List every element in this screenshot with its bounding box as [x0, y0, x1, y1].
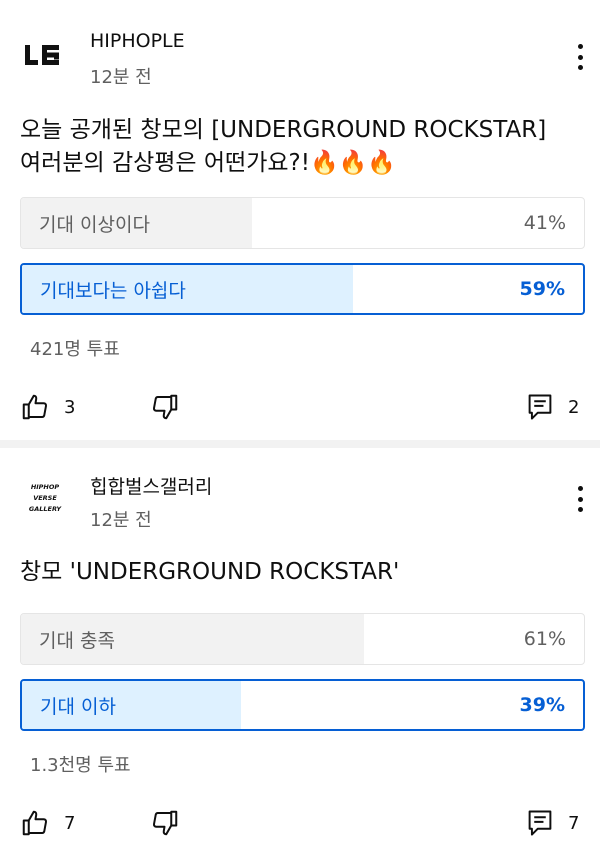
- post-divider: [0, 440, 600, 448]
- thumb-up-icon: [22, 394, 48, 420]
- like-count: 3: [64, 396, 76, 418]
- poll-option-selected[interactable]: 기대보다는 아쉽다 59%: [20, 263, 585, 315]
- comment-count: 2: [568, 396, 580, 418]
- comment-count: 7: [568, 812, 580, 834]
- post-time: 12분 전: [90, 510, 152, 531]
- community-post: HIPHOPLE 12분 전 오늘 공개된 창모의 [UNDERGROUND R…: [0, 0, 600, 440]
- hiphop-verse-gallery-logo: HIPHOP VERSE GALLERY: [29, 483, 62, 513]
- poll-option[interactable]: 기대 이상이다 41%: [20, 197, 585, 249]
- comment-button[interactable]: 7: [526, 808, 579, 838]
- thumb-down-icon: [152, 810, 178, 836]
- like-button[interactable]: 3: [20, 392, 75, 422]
- hiphople-logo: [25, 45, 59, 65]
- poll-option-percent: 41%: [523, 212, 566, 234]
- vote-count: 1.3천명 투표: [30, 755, 131, 776]
- comment-button[interactable]: 2: [526, 392, 579, 422]
- poll-option-label: 기대보다는 아쉽다: [40, 279, 186, 302]
- poll-option-percent: 39%: [519, 694, 565, 716]
- post-text: 창모 'UNDERGROUND ROCKSTAR': [20, 559, 400, 585]
- vote-count: 421명 투표: [30, 339, 120, 360]
- more-vert-icon[interactable]: [572, 40, 588, 74]
- post-time: 12분 전: [90, 67, 152, 88]
- poll-option-percent: 59%: [519, 278, 565, 300]
- poll-option-label: 기대 충족: [39, 629, 115, 652]
- poll-option-label: 기대 이상이다: [39, 213, 150, 236]
- like-count: 7: [64, 812, 76, 834]
- post-text: 오늘 공개된 창모의 [UNDERGROUND ROCKSTAR] 여러분의 감…: [20, 117, 547, 176]
- dislike-button[interactable]: [150, 808, 180, 838]
- logo-line: GALLERY: [29, 505, 62, 513]
- logo-line: VERSE: [33, 494, 57, 502]
- poll-option-percent: 61%: [523, 628, 566, 650]
- like-button[interactable]: 7: [20, 808, 75, 838]
- comment-icon: [528, 810, 552, 836]
- community-post: HIPHOP VERSE GALLERY 힙합벌스갤러리 12분 전 창모 'U…: [0, 448, 600, 847]
- channel-avatar[interactable]: HIPHOP VERSE GALLERY: [20, 472, 70, 522]
- dislike-button[interactable]: [150, 392, 180, 422]
- comment-icon: [528, 394, 552, 420]
- logo-line: HIPHOP: [31, 483, 60, 491]
- thumb-down-icon: [152, 394, 178, 420]
- poll-option[interactable]: 기대 충족 61%: [20, 613, 585, 665]
- more-vert-icon[interactable]: [572, 482, 588, 516]
- thumb-up-icon: [22, 810, 48, 836]
- channel-avatar[interactable]: [20, 30, 70, 80]
- channel-name[interactable]: HIPHOPLE: [90, 30, 185, 52]
- poll-option-label: 기대 이하: [40, 695, 116, 718]
- channel-name[interactable]: 힙합벌스갤러리: [90, 472, 212, 499]
- poll-option-selected[interactable]: 기대 이하 39%: [20, 679, 585, 731]
